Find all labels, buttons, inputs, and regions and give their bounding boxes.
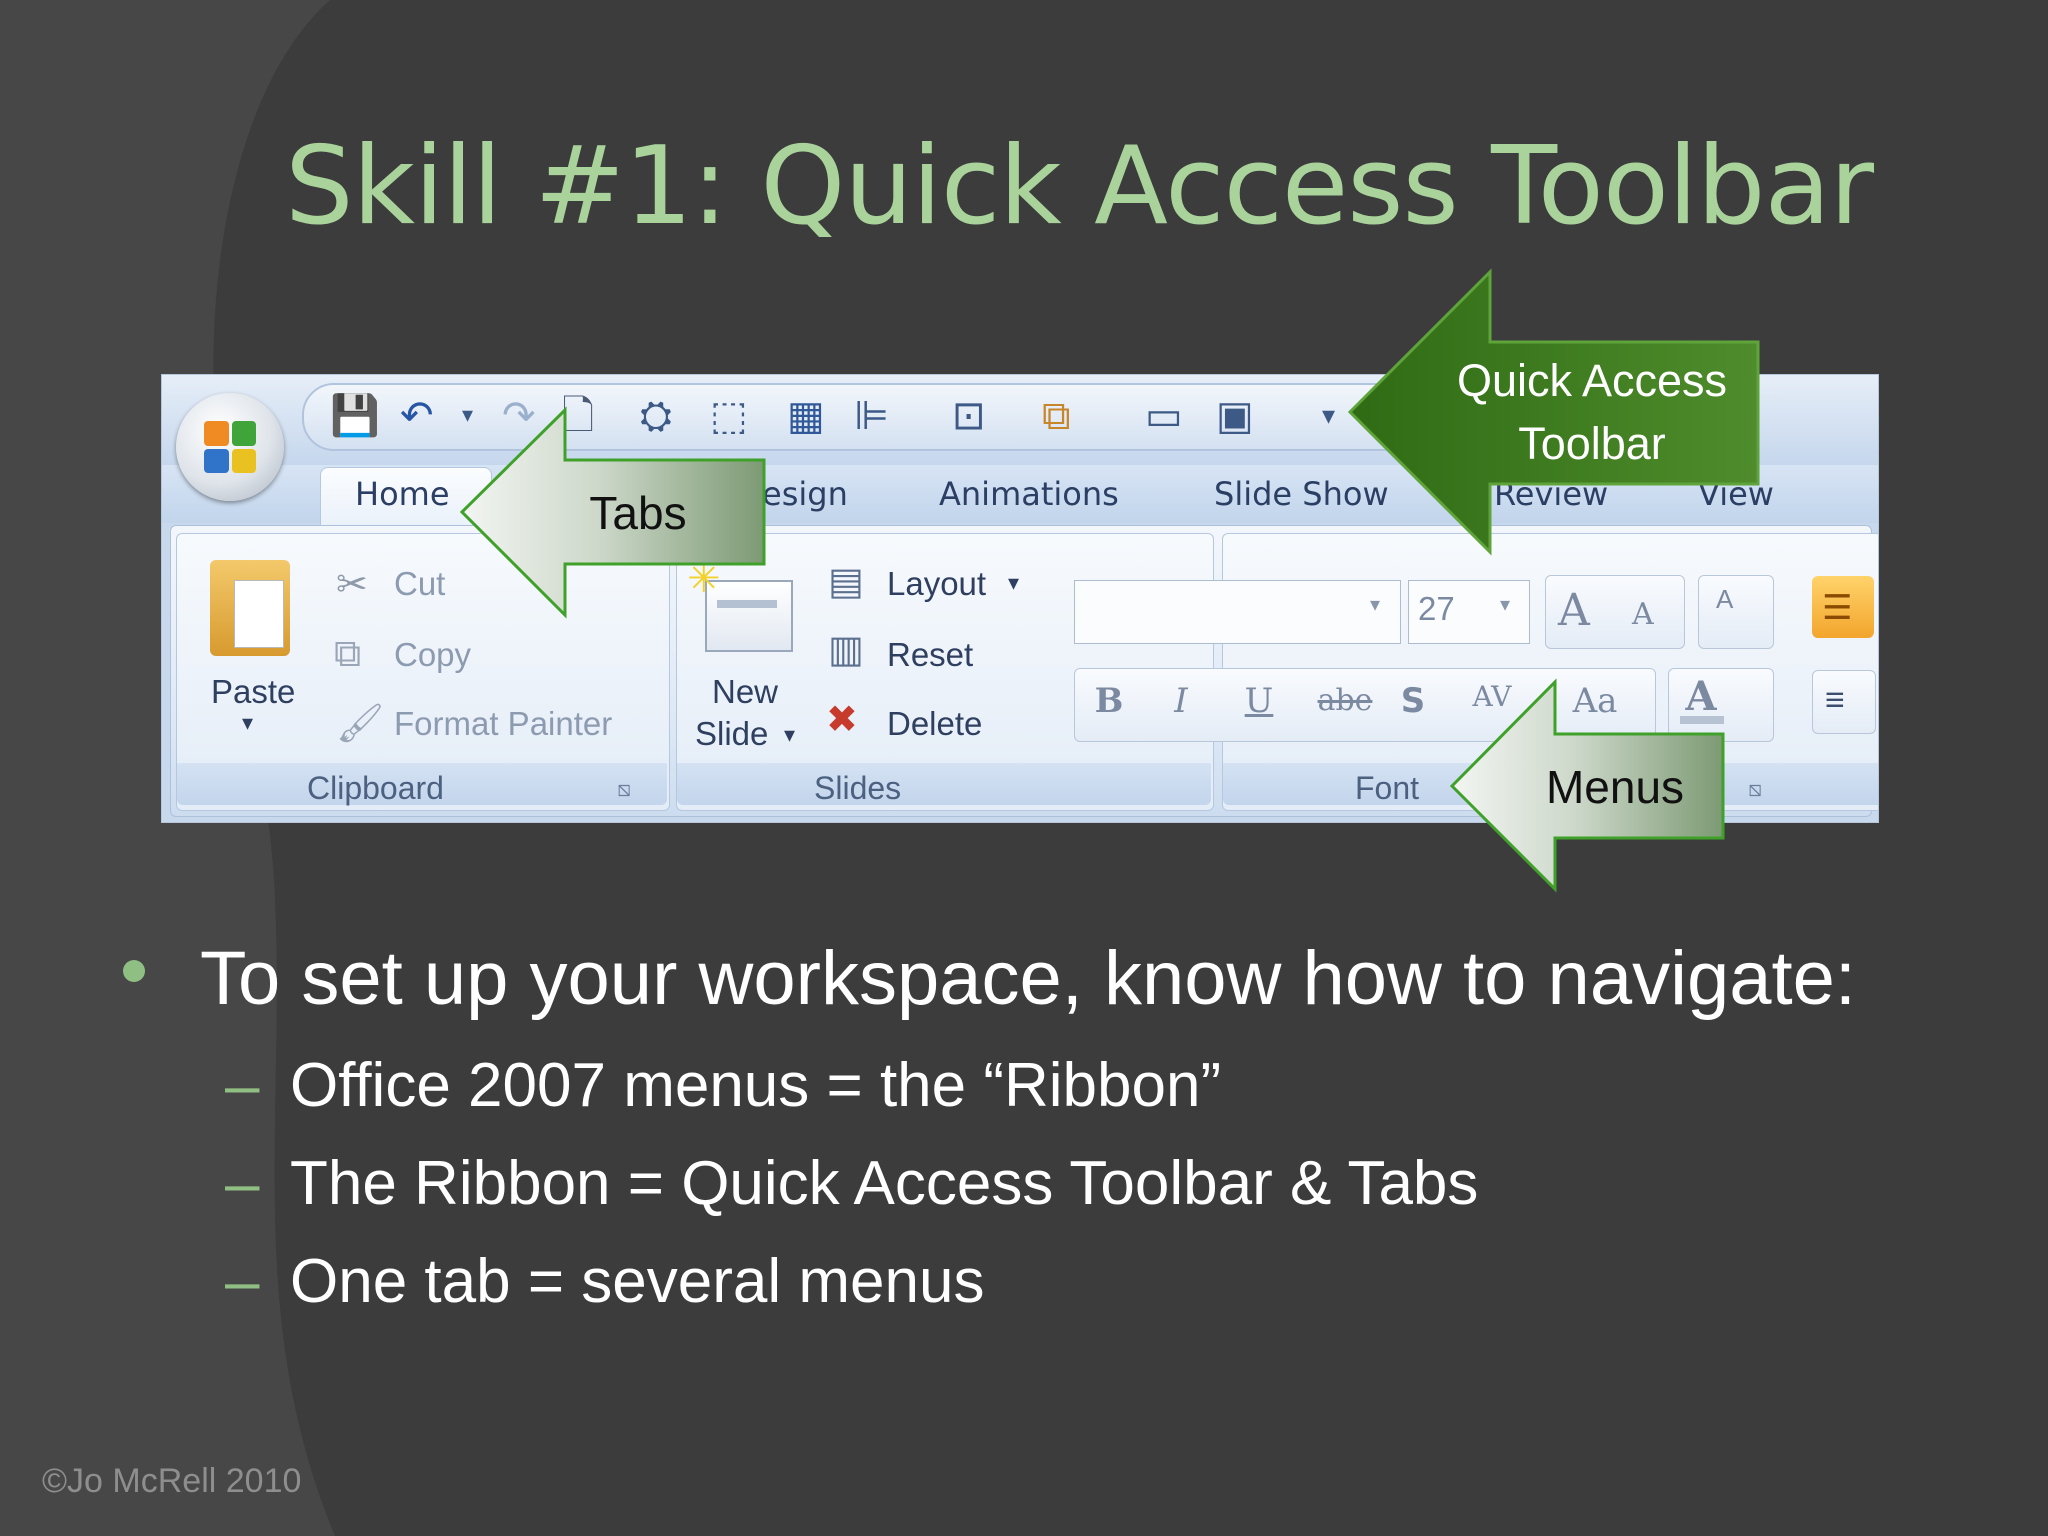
sub-bullet-dash-2: – [225, 1149, 260, 1218]
copyright-footer: ©Jo McRell 2010 [42, 1462, 302, 1500]
sub-bullet-dash-1: – [225, 1051, 260, 1120]
main-bullet-text: To set up your workspace, know how to na… [200, 936, 1857, 1021]
sub-bullet-3: One tab = several menus [290, 1247, 985, 1316]
office-button[interactable] [176, 393, 284, 501]
sub-bullet-2: The Ribbon = Quick Access Toolbar & Tabs [290, 1149, 1479, 1218]
qat-callout-line1: Quick Access [1456, 355, 1728, 406]
office-logo-icon [204, 421, 256, 473]
bullet-dot [123, 960, 145, 982]
sub-bullet-dash-3: – [225, 1247, 260, 1316]
qat-callout-arrow [1347, 268, 1760, 556]
sub-bullet-1: Office 2007 menus = the “Ribbon” [290, 1051, 1222, 1120]
menus-callout-label: Menus [1545, 761, 1685, 813]
tabs-callout-label: Tabs [589, 487, 687, 539]
qat-callout-line2: Toolbar [1518, 418, 1666, 469]
